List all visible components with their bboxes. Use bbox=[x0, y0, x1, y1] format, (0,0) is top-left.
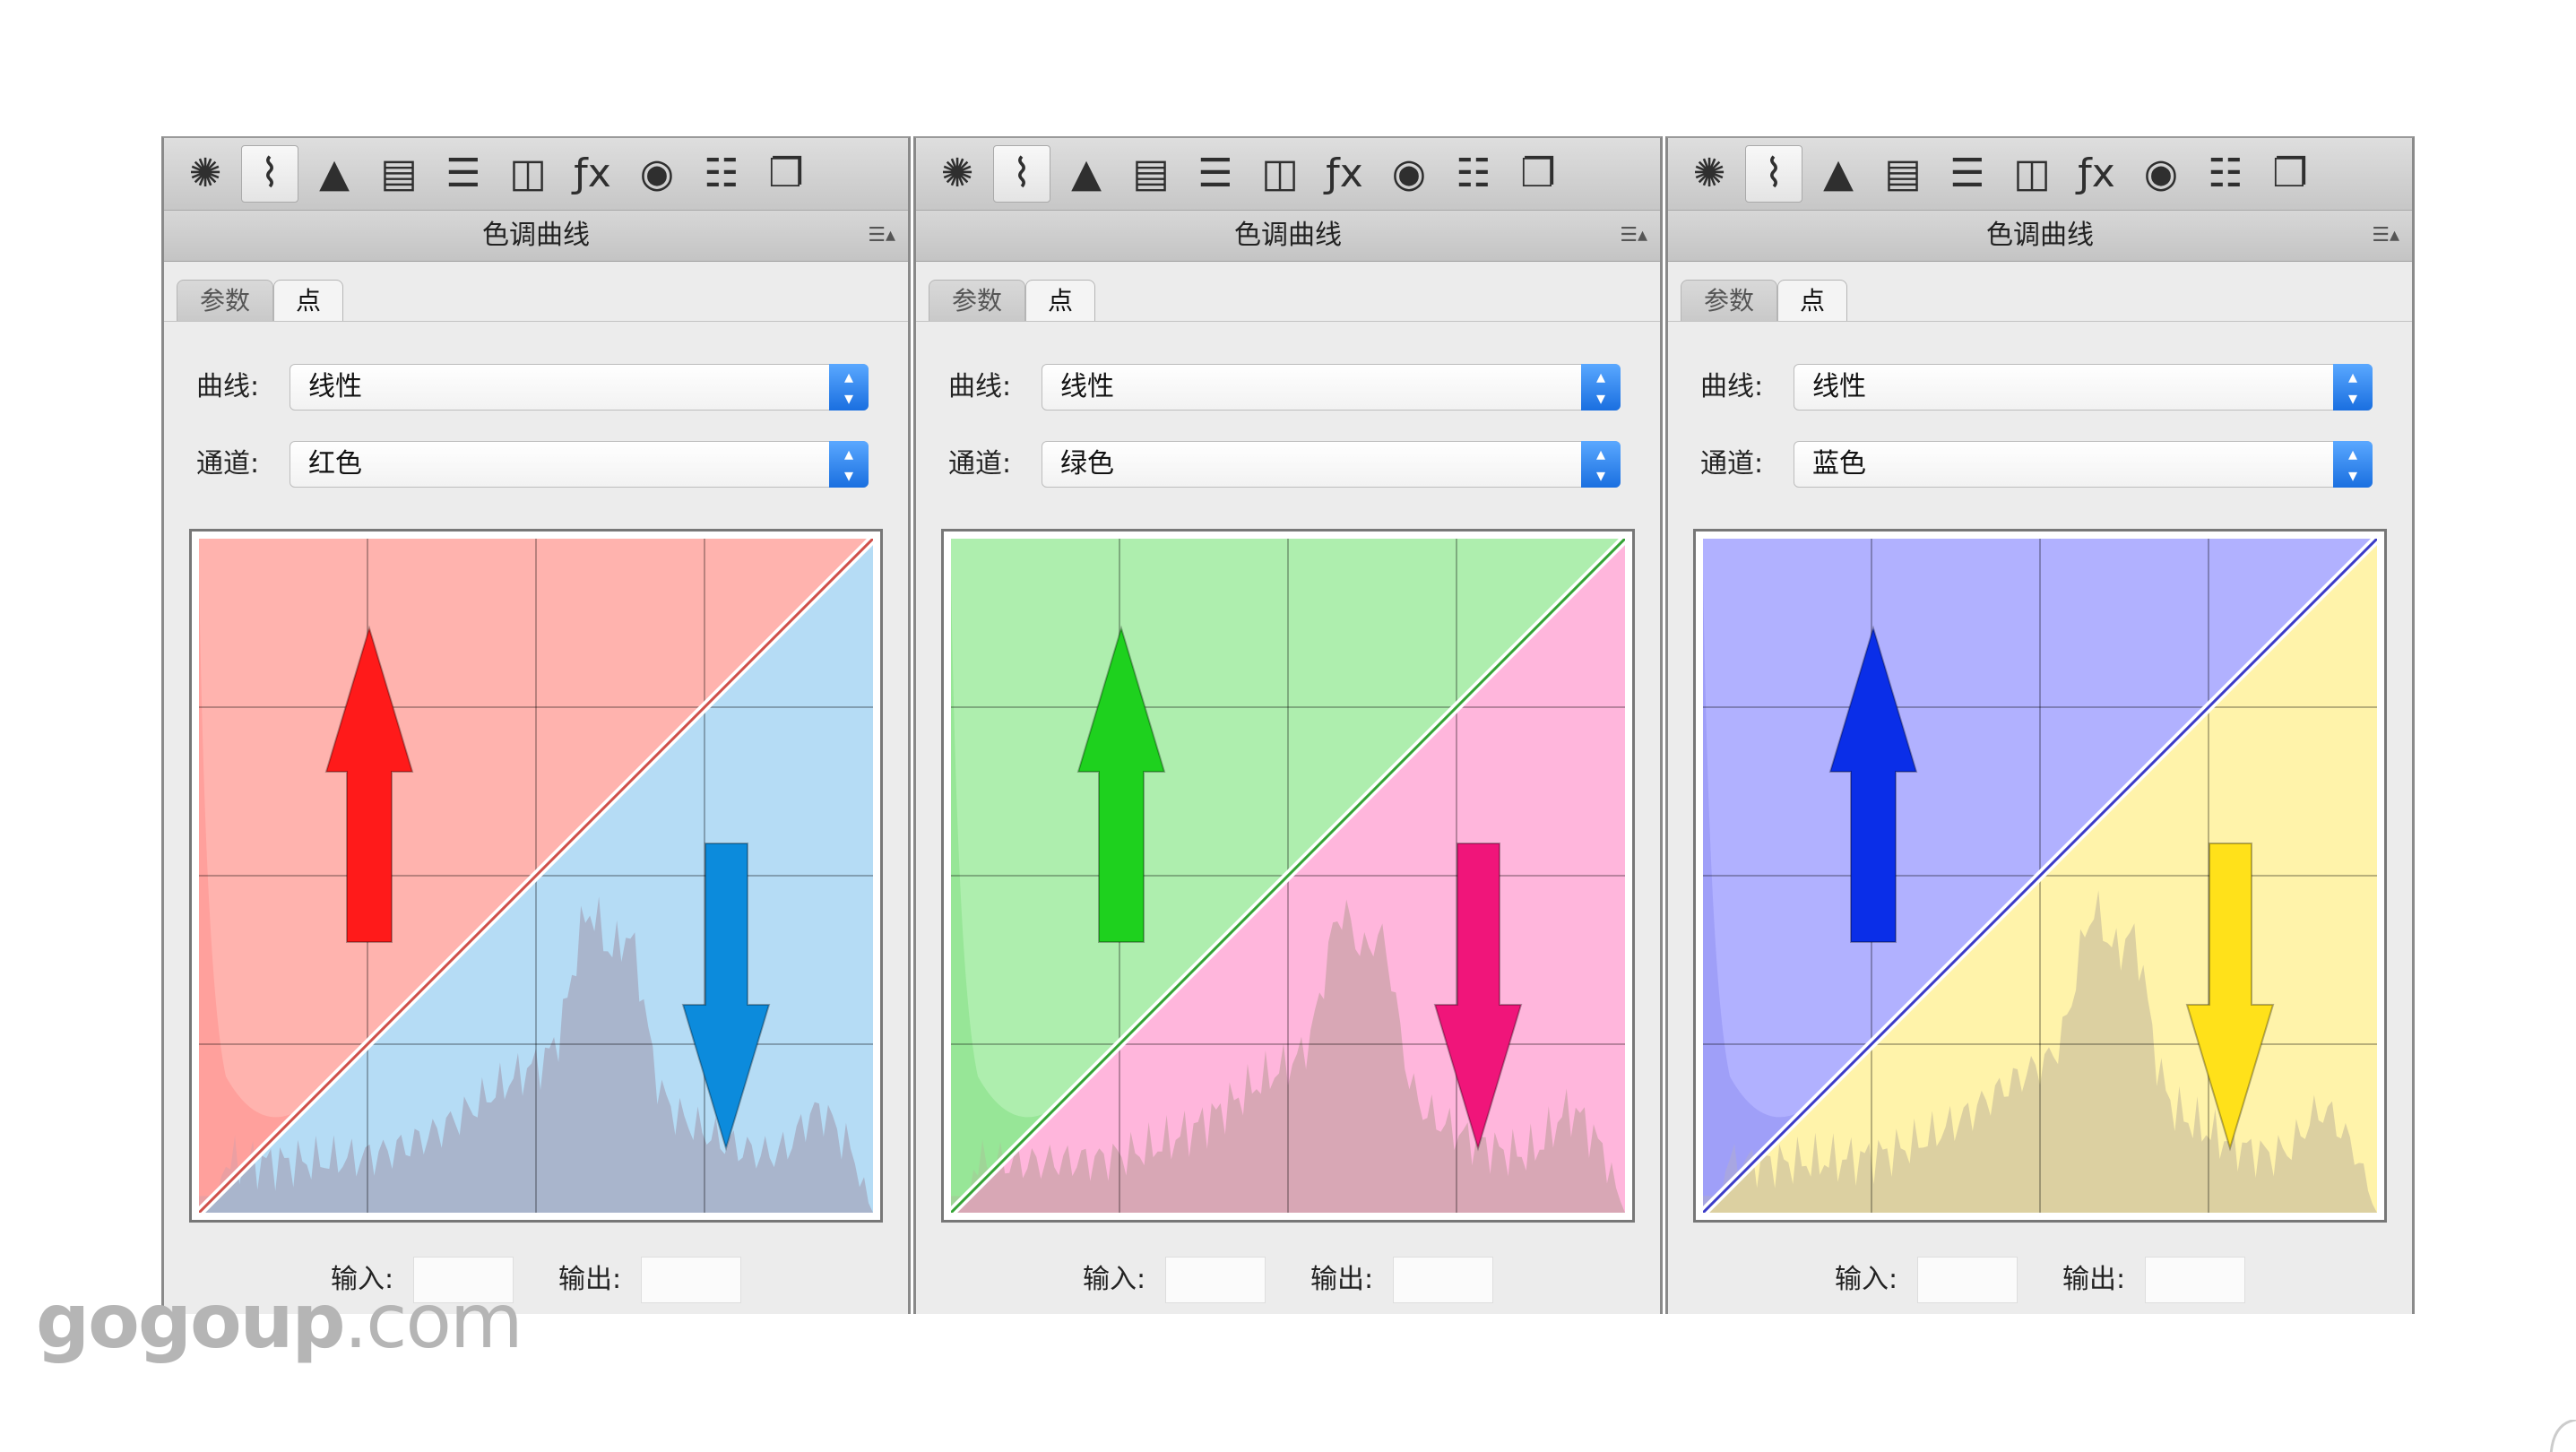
tab-point[interactable]: 点 bbox=[1025, 280, 1095, 321]
effects-icon[interactable]: ƒx bbox=[1316, 145, 1373, 203]
panel-menu-icon[interactable]: ☰▴ bbox=[868, 211, 895, 261]
chevron-updown-icon[interactable]: ▴ ▾ bbox=[829, 364, 869, 411]
output-label: 输出: bbox=[1310, 1264, 1374, 1295]
tone-curve-panel: ✺ ⌇ ▲ ▤ ☰ ◫ ƒx ◉ ☷ ❐ 色调曲线 ☰▴ 参数 点 曲线: 线性 ▴ ▾ 通道: 红… bbox=[161, 136, 911, 1314]
curve-label: 曲线: bbox=[1700, 371, 1764, 402]
aperture-icon[interactable]: ✺ bbox=[1681, 145, 1738, 203]
chevron-updown-icon[interactable]: ▴ ▾ bbox=[2333, 364, 2373, 411]
split-toning-icon[interactable]: ☰ bbox=[1939, 145, 1996, 203]
curve-canvas[interactable] bbox=[1703, 539, 2377, 1213]
chevron-updown-icon[interactable]: ▴ ▾ bbox=[829, 441, 869, 488]
curve-select[interactable]: 线性 ▴ ▾ bbox=[1794, 364, 2373, 411]
channel-label: 通道: bbox=[196, 448, 260, 480]
detail-icon[interactable]: ▲ bbox=[1058, 145, 1115, 203]
watermark-logo: gogoup.com bbox=[36, 1277, 523, 1365]
tone-curve-graph[interactable] bbox=[189, 529, 883, 1223]
tab-parametric[interactable]: 参数 bbox=[177, 280, 273, 321]
channel-select[interactable]: 绿色 ▴ ▾ bbox=[1042, 441, 1621, 488]
split-toning-icon[interactable]: ☰ bbox=[435, 145, 492, 203]
channel-select-value: 绿色 bbox=[1060, 448, 1114, 480]
tab-point[interactable]: 点 bbox=[1777, 280, 1847, 321]
tone-curve-panel: ✺ ⌇ ▲ ▤ ☰ ◫ ƒx ◉ ☷ ❐ 色调曲线 ☰▴ 参数 点 曲线: 线性 ▴ ▾ 通道: 绿… bbox=[913, 136, 1663, 1314]
panel-toolbar: ✺ ⌇ ▲ ▤ ☰ ◫ ƒx ◉ ☷ ❐ bbox=[164, 138, 908, 211]
curve-select-value: 线性 bbox=[1812, 371, 1866, 402]
output-label: 输出: bbox=[2062, 1264, 2126, 1295]
corner-decoration bbox=[2549, 1420, 2576, 1452]
snapshots-icon[interactable]: ❐ bbox=[757, 145, 815, 203]
curve-select[interactable]: 线性 ▴ ▾ bbox=[1042, 364, 1621, 411]
input-label: 输入: bbox=[1835, 1264, 1898, 1295]
aperture-icon[interactable]: ✺ bbox=[929, 145, 986, 203]
curve-select[interactable]: 线性 ▴ ▾ bbox=[290, 364, 869, 411]
tone-curve-icon[interactable]: ⌇ bbox=[1745, 145, 1802, 203]
output-field[interactable] bbox=[1393, 1257, 1493, 1303]
tone-curve-panel: ✺ ⌇ ▲ ▤ ☰ ◫ ƒx ◉ ☷ ❐ 色调曲线 ☰▴ 参数 点 曲线: 线性 ▴ ▾ 通道: 蓝… bbox=[1665, 136, 2415, 1314]
panel-toolbar: ✺ ⌇ ▲ ▤ ☰ ◫ ƒx ◉ ☷ ❐ bbox=[1668, 138, 2412, 211]
panel-title: 色调曲线 ☰▴ bbox=[1668, 211, 2412, 262]
tone-curve-icon[interactable]: ⌇ bbox=[993, 145, 1050, 203]
chevron-updown-icon[interactable]: ▴ ▾ bbox=[2333, 441, 2373, 488]
presets-icon[interactable]: ☷ bbox=[693, 145, 750, 203]
camera-calibration-icon[interactable]: ◉ bbox=[1380, 145, 1438, 203]
chevron-updown-icon[interactable]: ▴ ▾ bbox=[1581, 441, 1621, 488]
output-label: 输出: bbox=[558, 1264, 622, 1295]
curve-select-value: 线性 bbox=[1060, 371, 1114, 402]
tab-divider bbox=[164, 321, 908, 322]
tone-curve-icon[interactable]: ⌇ bbox=[241, 145, 298, 203]
tone-curve-graph[interactable] bbox=[941, 529, 1635, 1223]
tab-parametric[interactable]: 参数 bbox=[929, 280, 1025, 321]
hsl-icon[interactable]: ▤ bbox=[1874, 145, 1932, 203]
detail-icon[interactable]: ▲ bbox=[1810, 145, 1867, 203]
input-label: 输入: bbox=[1083, 1264, 1146, 1295]
output-field[interactable] bbox=[2145, 1257, 2245, 1303]
lens-correction-icon[interactable]: ◫ bbox=[499, 145, 557, 203]
effects-icon[interactable]: ƒx bbox=[564, 145, 621, 203]
camera-calibration-icon[interactable]: ◉ bbox=[628, 145, 686, 203]
panel-menu-icon[interactable]: ☰▴ bbox=[1620, 211, 1647, 261]
curve-canvas[interactable] bbox=[199, 539, 873, 1213]
split-toning-icon[interactable]: ☰ bbox=[1187, 145, 1244, 203]
tab-parametric[interactable]: 参数 bbox=[1681, 280, 1777, 321]
aperture-icon[interactable]: ✺ bbox=[177, 145, 234, 203]
input-field[interactable] bbox=[1165, 1257, 1266, 1303]
presets-icon[interactable]: ☷ bbox=[2197, 145, 2254, 203]
curve-label: 曲线: bbox=[196, 371, 260, 402]
tab-divider bbox=[916, 321, 1660, 322]
channel-select-value: 红色 bbox=[308, 448, 362, 480]
panel-menu-icon[interactable]: ☰▴ bbox=[2372, 211, 2399, 261]
output-field[interactable] bbox=[641, 1257, 741, 1303]
panel-title: 色调曲线 ☰▴ bbox=[916, 211, 1660, 262]
panel-toolbar: ✺ ⌇ ▲ ▤ ☰ ◫ ƒx ◉ ☷ ❐ bbox=[916, 138, 1660, 211]
effects-icon[interactable]: ƒx bbox=[2068, 145, 2125, 203]
detail-icon[interactable]: ▲ bbox=[306, 145, 363, 203]
channel-label: 通道: bbox=[948, 448, 1012, 480]
tab-point[interactable]: 点 bbox=[273, 280, 343, 321]
tone-curve-graph[interactable] bbox=[1693, 529, 2387, 1223]
channel-label: 通道: bbox=[1700, 448, 1764, 480]
input-field[interactable] bbox=[1917, 1257, 2018, 1303]
panel-title: 色调曲线 ☰▴ bbox=[164, 211, 908, 262]
hsl-icon[interactable]: ▤ bbox=[370, 145, 428, 203]
curve-select-value: 线性 bbox=[308, 371, 362, 402]
snapshots-icon[interactable]: ❐ bbox=[2261, 145, 2319, 203]
tab-divider bbox=[1668, 321, 2412, 322]
lens-correction-icon[interactable]: ◫ bbox=[1251, 145, 1309, 203]
snapshots-icon[interactable]: ❐ bbox=[1509, 145, 1567, 203]
channel-select[interactable]: 红色 ▴ ▾ bbox=[290, 441, 869, 488]
channel-select[interactable]: 蓝色 ▴ ▾ bbox=[1794, 441, 2373, 488]
chevron-updown-icon[interactable]: ▴ ▾ bbox=[1581, 364, 1621, 411]
camera-calibration-icon[interactable]: ◉ bbox=[2132, 145, 2190, 203]
hsl-icon[interactable]: ▤ bbox=[1122, 145, 1180, 203]
presets-icon[interactable]: ☷ bbox=[1445, 145, 1502, 203]
lens-correction-icon[interactable]: ◫ bbox=[2003, 145, 2061, 203]
curve-canvas[interactable] bbox=[951, 539, 1625, 1213]
curve-label: 曲线: bbox=[948, 371, 1012, 402]
channel-select-value: 蓝色 bbox=[1812, 448, 1866, 480]
